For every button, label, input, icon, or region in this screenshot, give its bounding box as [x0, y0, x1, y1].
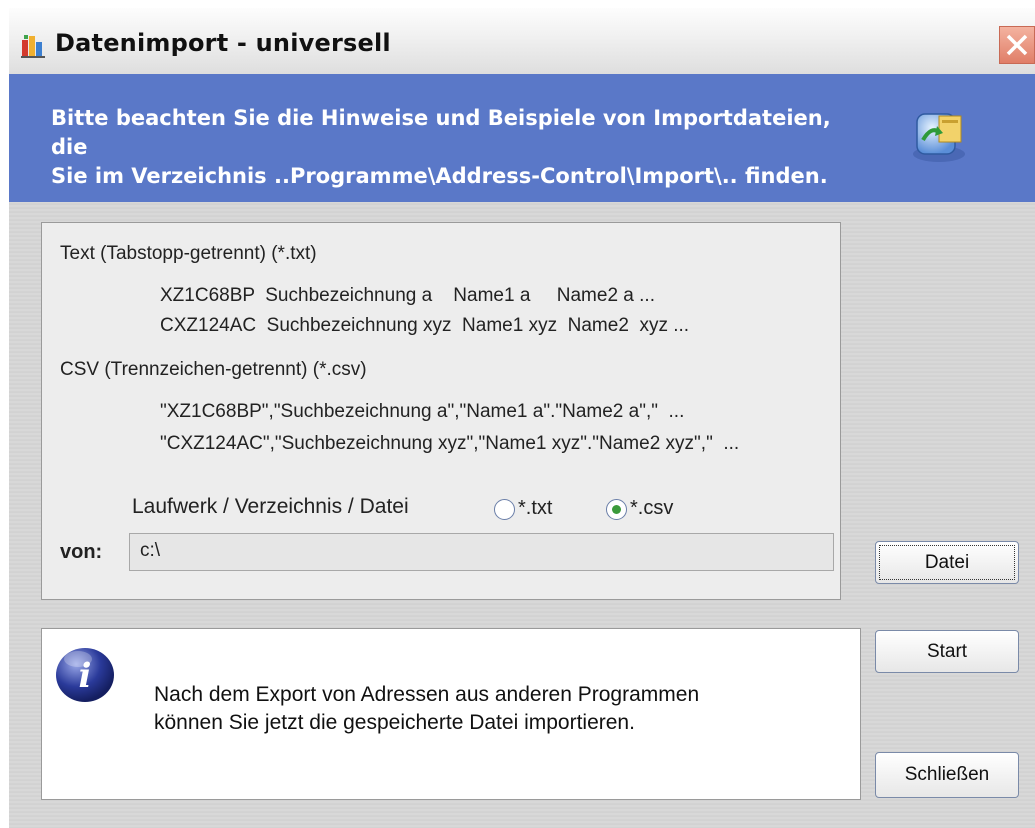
close-dialog-button[interactable]: Schließen: [875, 752, 1019, 798]
csv-radio-label[interactable]: *.csv: [630, 497, 673, 520]
app-icon: [21, 35, 45, 58]
txt-example-line-1: XZ1C68BP Suchbezeichnung a Name1 a Name2…: [160, 285, 655, 306]
source-label: Laufwerk / Verzeichnis / Datei: [132, 495, 409, 518]
import-settings-group: Text (Tabstopp-getrennt) (*.txt) XZ1C68B…: [41, 222, 841, 600]
info-icon: i: [56, 648, 114, 702]
csv-format-heading: CSV (Trennzeichen-getrennt) (*.csv): [60, 359, 367, 380]
csv-example-line-2: "CXZ124AC","Suchbezeichnung xyz","Name1 …: [160, 433, 740, 454]
txt-format-heading: Text (Tabstopp-getrennt) (*.txt): [60, 243, 317, 264]
txt-example-line-2: CXZ124AC Suchbezeichnung xyz Name1 xyz N…: [160, 315, 690, 336]
close-icon: [1006, 34, 1028, 56]
banner-line-1: Bitte beachten Sie die Hinweise und Beis…: [51, 106, 831, 159]
info-text: Nach dem Export von Adressen aus anderen…: [154, 681, 834, 737]
banner-line-2: Sie im Verzeichnis ..Programme\Address-C…: [51, 164, 828, 188]
from-label: von:: [60, 541, 103, 563]
csv-radio-selected-dot: [612, 505, 621, 514]
info-line-2: können Sie jetzt die gespeicherte Datei …: [154, 711, 635, 734]
txt-radio[interactable]: [494, 499, 515, 520]
import-dialog: Datenimport - universell Bitte beachten …: [9, 8, 1035, 828]
start-button[interactable]: Start: [875, 630, 1019, 673]
csv-radio[interactable]: [606, 499, 627, 520]
info-line-1: Nach dem Export von Adressen aus anderen…: [154, 683, 700, 706]
csv-example-line-1: "XZ1C68BP","Suchbezeichnung a","Name1 a"…: [160, 401, 685, 422]
window-title: Datenimport - universell: [55, 29, 391, 57]
info-panel: i Nach dem Export von Adressen aus ander…: [41, 628, 861, 800]
close-button[interactable]: [999, 26, 1035, 64]
import-wizard-icon: [913, 113, 965, 162]
dialog-body: Text (Tabstopp-getrennt) (*.txt) XZ1C68B…: [9, 202, 1035, 828]
hint-banner: Bitte beachten Sie die Hinweise und Beis…: [9, 74, 1035, 202]
txt-radio-label[interactable]: *.txt: [518, 497, 552, 520]
banner-text: Bitte beachten Sie die Hinweise und Beis…: [51, 104, 871, 191]
path-input[interactable]: c:\: [129, 533, 834, 571]
title-bar[interactable]: Datenimport - universell: [9, 8, 1035, 74]
file-button[interactable]: Datei: [875, 541, 1019, 584]
svg-text:i: i: [79, 656, 92, 696]
